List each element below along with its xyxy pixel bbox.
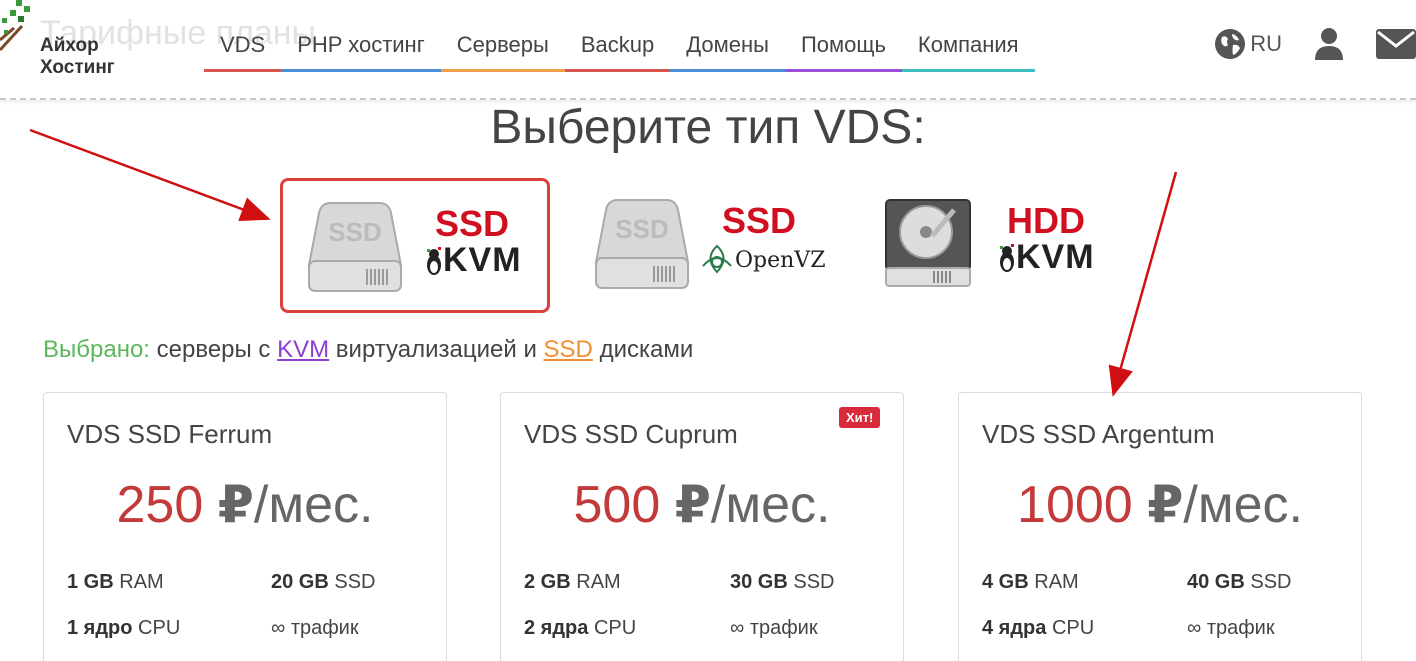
logo-line-2: Хостинг (40, 57, 115, 78)
plan-price: 500 ₽/мес. (573, 476, 831, 534)
vds-type-virt-label: KVM (1016, 238, 1095, 276)
vds-type-virt-label: OpenVZ (735, 248, 826, 273)
vds-type-disk-label: HDD (1007, 200, 1085, 241)
user-icon (1315, 28, 1343, 60)
main-nav: VDS PHP хостинг Серверы Backup Домены По… (204, 30, 1035, 72)
hit-badge: Хит! (839, 407, 881, 428)
language-switcher[interactable]: RU (1214, 28, 1282, 60)
selection-prefix: Выбрано: (43, 336, 150, 363)
page: Тарифные планы Айхор Хостинг VDS PHP хос… (0, 0, 1416, 661)
spec-ssd: 20 GB SSD (271, 571, 376, 593)
plan-card-argentum[interactable]: VDS SSD Argentum 1000 ₽/мес. 4 GB RAM 40… (958, 392, 1362, 661)
header-actions: RU (1214, 24, 1416, 64)
globe-icon (1215, 29, 1246, 59)
vds-type-ssd-openvz[interactable]: SSD SSD OpenVZ (570, 178, 840, 313)
plan-name: VDS SSD Argentum (982, 419, 1215, 449)
selection-summary: Выбрано: серверы с KVM виртуализацией и … (43, 336, 694, 363)
nav-item-vds[interactable]: VDS (204, 30, 282, 72)
vds-type-ssd-kvm[interactable]: SSD SSD KVM (280, 178, 550, 313)
contact-button[interactable] (1376, 29, 1416, 59)
svg-text:SSD: SSD (615, 214, 668, 244)
logo-line-1: Айхор (40, 35, 99, 56)
vds-type-disk-label: SSD (435, 203, 510, 244)
plan-price: 1000 ₽/мес. (1017, 476, 1303, 534)
language-label: RU (1250, 31, 1282, 56)
nav-item-domains[interactable]: Домены (670, 30, 785, 72)
plan-price: 250 ₽/мес. (116, 476, 374, 534)
spec-traffic: ∞ трафик (730, 617, 818, 639)
spec-cpu: 4 ядра CPU (982, 617, 1095, 639)
spec-ram: 4 GB RAM (982, 571, 1079, 593)
spec-cpu: 1 ядро CPU (67, 617, 181, 639)
spec-traffic: ∞ трафик (1187, 617, 1275, 639)
ssd-drive-icon: SSD (594, 199, 690, 289)
nav-item-servers[interactable]: Серверы (440, 30, 565, 72)
svg-text:SSD: SSD (328, 217, 381, 247)
mail-icon (1376, 29, 1416, 59)
nav-item-help[interactable]: Помощь (784, 30, 902, 72)
logo[interactable]: Айхор Хостинг (0, 0, 130, 90)
spec-ram: 1 GB RAM (67, 571, 164, 593)
plan-name: VDS SSD Cuprum (524, 419, 738, 449)
spec-ssd: 30 GB SSD (730, 571, 835, 593)
spec-traffic: ∞ трафик (271, 617, 359, 639)
account-button[interactable] (1314, 27, 1344, 61)
spec-cpu: 2 ядра CPU (524, 617, 637, 639)
ssd-link[interactable]: SSD (544, 336, 593, 363)
kvm-penguin-icon (427, 247, 441, 275)
openvz-logo-icon (702, 244, 732, 274)
hdd-drive-icon (885, 199, 971, 287)
spec-ssd: 40 GB SSD (1187, 571, 1292, 593)
page-heading: Выберите тип VDS: (490, 101, 926, 154)
ssd-drive-icon: SSD (307, 202, 403, 292)
vds-type-disk-label: SSD (722, 200, 797, 241)
logo-mark-icon (0, 0, 30, 52)
plan-name: VDS SSD Ferrum (67, 419, 273, 449)
kvm-link[interactable]: KVM (277, 336, 329, 363)
plan-card-ferrum[interactable]: VDS SSD Ferrum 250 ₽/мес. 1 GB RAM 20 GB… (43, 392, 447, 661)
nav-item-company[interactable]: Компания (901, 30, 1035, 72)
nav-item-backup[interactable]: Backup (564, 30, 671, 72)
vds-type-hdd-kvm[interactable]: HDD KVM (862, 178, 1132, 313)
spec-ram: 2 GB RAM (524, 571, 621, 593)
vds-type-virt-label: KVM (443, 241, 522, 279)
kvm-penguin-icon (1000, 244, 1014, 272)
nav-item-php-hosting[interactable]: PHP хостинг (281, 30, 441, 72)
plan-card-cuprum[interactable]: Хит! VDS SSD Cuprum 500 ₽/мес. 2 GB RAM … (500, 392, 904, 661)
site-header: Тарифные планы Айхор Хостинг VDS PHP хос… (0, 0, 1416, 100)
